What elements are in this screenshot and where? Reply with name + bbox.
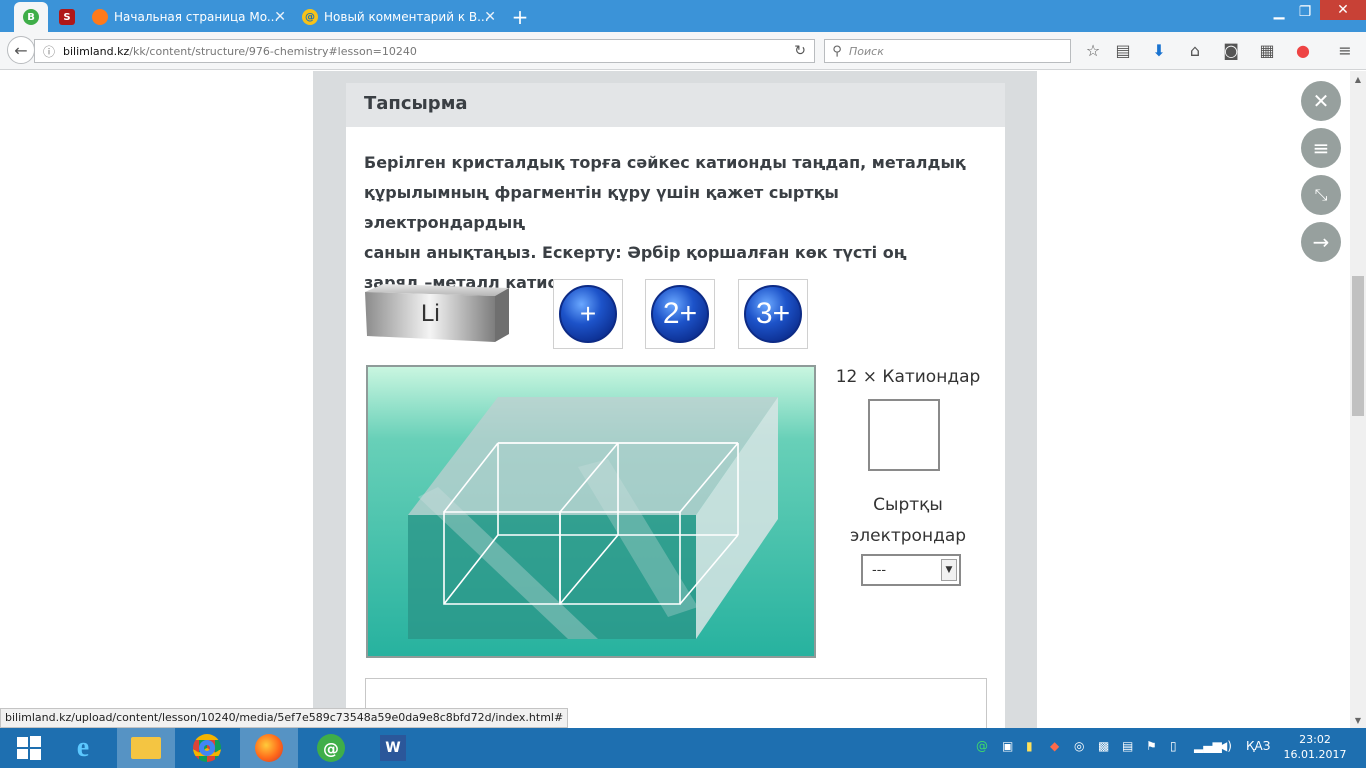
- arrow-right-icon: →: [1312, 230, 1330, 254]
- panel-title: Тапсырма: [346, 83, 1005, 127]
- crystal-lattice-illustration[interactable]: [366, 365, 816, 658]
- input-language[interactable]: ҚАЗ: [1246, 739, 1270, 753]
- close-icon: ✕: [1312, 89, 1330, 113]
- system-clock[interactable]: 23:02 16.01.2017: [1280, 732, 1350, 762]
- windows-taskbar: e @ W @ ▣ ▮ ◆ ◎ ▩ ▤ ⚑ ▯ ▂▄▆ ◀) ҚАЗ 23:02…: [0, 728, 1366, 768]
- scroll-up-icon[interactable]: ▲: [1350, 71, 1366, 87]
- cation-count-label: 12 × Катиондар: [835, 367, 981, 387]
- task-line: Берілген кристалдық торға сәйкес катионд…: [364, 153, 966, 172]
- hamburger-menu-icon[interactable]: ≡: [1334, 39, 1356, 61]
- url-bar[interactable]: ⓘ bilimland.kz/kk/content/structure/976-…: [34, 39, 815, 63]
- url-host: bilimland.kz: [63, 44, 130, 58]
- next-button[interactable]: →: [1301, 222, 1341, 262]
- close-button[interactable]: ✕: [1301, 81, 1341, 121]
- restore-icon[interactable]: ❐: [1290, 4, 1320, 20]
- power-icon[interactable]: ▯: [1170, 739, 1177, 753]
- collapse-button[interactable]: ⤡: [1301, 175, 1341, 215]
- status-url-tooltip: bilimland.kz/upload/content/lesson/10240…: [0, 708, 569, 728]
- window-close-icon[interactable]: ✕: [1320, 0, 1366, 20]
- tab-label: Новый комментарий к В...: [324, 10, 489, 24]
- reading-list-icon[interactable]: ▤: [1112, 39, 1134, 61]
- tray-app2-icon[interactable]: ▩: [1098, 739, 1109, 753]
- network-tray-icon[interactable]: ◎: [1074, 739, 1084, 753]
- extension-icon[interactable]: ●: [1292, 39, 1314, 61]
- cation-1plus-button[interactable]: +: [553, 279, 623, 349]
- firefox-taskbar-icon[interactable]: [240, 728, 298, 768]
- search-input[interactable]: ⚲ Поиск: [824, 39, 1071, 63]
- close-icon[interactable]: ✕: [274, 9, 286, 25]
- element-label: Li: [421, 300, 440, 327]
- cation-2plus-button[interactable]: 2+: [645, 279, 715, 349]
- outer-electrons-label: Сыртқы электрондар: [832, 490, 984, 552]
- lithium-metal-block[interactable]: Li: [365, 284, 509, 342]
- browser-titlebar: B S Начальная страница Mo... ✕ @ Новый к…: [0, 0, 1366, 32]
- tray-app3-icon[interactable]: ▤: [1122, 739, 1133, 753]
- file-explorer-icon[interactable]: [117, 728, 175, 768]
- chevron-down-icon[interactable]: ▼: [941, 559, 957, 581]
- chrome-icon[interactable]: [178, 728, 236, 768]
- tab-start-page[interactable]: Начальная страница Mo... ✕: [84, 2, 294, 32]
- tab-label: Начальная страница Mo...: [114, 10, 279, 24]
- clock-date: 16.01.2017: [1283, 748, 1347, 761]
- flag-icon[interactable]: ⚑: [1146, 739, 1157, 753]
- info-icon[interactable]: ⓘ: [35, 43, 63, 60]
- electrons-select[interactable]: --- ▼: [861, 554, 961, 586]
- task-line: құрылымның фрагментін құру үшін қажет сы…: [364, 183, 839, 232]
- tab-bilimland[interactable]: B: [14, 2, 48, 32]
- s-red-icon: S: [59, 9, 75, 25]
- cation-sphere: 2+: [651, 285, 709, 343]
- search-icon: ⚲: [832, 43, 842, 59]
- task-text: Берілген кристалдық торға сәйкес катионд…: [364, 148, 984, 298]
- volume-icon[interactable]: ◀): [1218, 739, 1232, 753]
- task-line: санын анықтаңыз. Ескерту: Әрбір қоршалға…: [364, 243, 907, 262]
- download-icon[interactable]: ⬇: [1148, 39, 1170, 61]
- label-line: электрондар: [849, 526, 967, 546]
- new-tab-button[interactable]: +: [508, 2, 532, 32]
- reload-icon[interactable]: ↻: [794, 43, 806, 59]
- cation-3plus-button[interactable]: 3+: [738, 279, 808, 349]
- agent-tray-icon[interactable]: @: [976, 739, 988, 753]
- arrow-left-icon: ←: [14, 40, 28, 60]
- mail-at-icon: @: [302, 9, 318, 25]
- bilimland-icon: B: [23, 9, 39, 25]
- cation-sphere: +: [559, 285, 617, 343]
- pocket-icon[interactable]: ◙: [1220, 39, 1242, 61]
- url-path: /kk/content/structure/976-chemistry#less…: [129, 44, 417, 58]
- bookmark-star-icon[interactable]: ☆: [1082, 39, 1104, 61]
- battery-tray-icon[interactable]: ▮: [1026, 739, 1033, 753]
- cation-drop-zone[interactable]: [868, 399, 940, 471]
- page-scrollbar[interactable]: ▲ ▼: [1350, 71, 1366, 728]
- select-value: ---: [872, 563, 887, 578]
- label-line: Сыртқы: [873, 495, 943, 515]
- security-tray-icon[interactable]: ◆: [1050, 739, 1059, 753]
- menu-button[interactable]: ≡: [1301, 128, 1341, 168]
- home-icon[interactable]: ⌂: [1184, 39, 1206, 61]
- clock-time: 23:02: [1299, 733, 1331, 746]
- search-placeholder: Поиск: [849, 44, 884, 58]
- menu-icon: ≡: [1312, 136, 1330, 160]
- scroll-down-icon[interactable]: ▼: [1350, 712, 1366, 728]
- firefox-icon: [92, 9, 108, 25]
- tab-new-comment[interactable]: @ Новый комментарий к В... ✕: [294, 2, 504, 32]
- cation-sphere: 3+: [744, 285, 802, 343]
- collapse-icon: ⤡: [1314, 185, 1328, 204]
- back-button[interactable]: ←: [7, 36, 35, 64]
- tray-app-icon[interactable]: ▣: [1002, 739, 1013, 753]
- tab-s[interactable]: S: [50, 2, 84, 32]
- film-icon[interactable]: ▦: [1256, 39, 1278, 61]
- internet-explorer-icon[interactable]: e: [54, 728, 112, 768]
- start-button[interactable]: [0, 728, 58, 768]
- windows-logo-icon: [17, 736, 41, 760]
- mail-agent-icon[interactable]: @: [302, 728, 360, 768]
- scroll-thumb[interactable]: [1352, 276, 1364, 416]
- close-icon[interactable]: ✕: [484, 9, 496, 25]
- word-icon[interactable]: W: [364, 728, 422, 768]
